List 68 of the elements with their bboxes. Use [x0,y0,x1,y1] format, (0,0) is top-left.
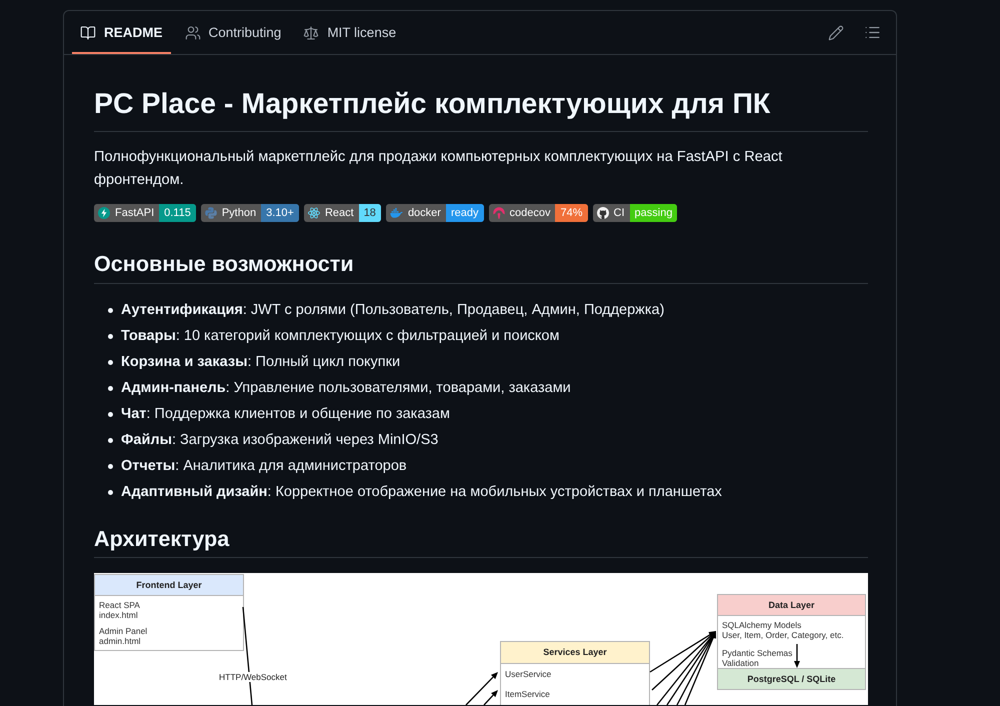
feature-text: Корзина и заказы: Полный цикл покупки [121,354,400,370]
status-badge[interactable]: React 18 [304,204,381,222]
badge-value: passing [630,204,678,222]
feature-text: Чат: Поддержка клиентов и общение по заказам [121,406,450,422]
feature-text: Отчеты: Аналитика для администраторов [121,458,407,474]
component-name: SQLAlchemy Models [722,620,802,630]
component-name: React SPA [99,600,140,610]
feature-text: Адаптивный дизайн: Корректное отображение на мобильных устройствах и планшетах [121,484,722,500]
description-text: Полнофункциональный маркетплейс для продажи компьютерных комплектующих на FastAPI с React фронтендом. [94,148,784,190]
component-detail: index.html [99,610,138,620]
database-title: PostgreSQL / SQLite [718,668,865,689]
arrow [794,644,800,668]
status-badge[interactable]: Python 3.10+ [200,204,299,222]
layer-title: Frontend Layer [95,575,243,596]
feature-text: Админ-панель: Управление пользователями, товарами, заказами [121,380,571,396]
feature-text: Аутентификация: JWT с ролями (Пользователь, Продавец, Админ, Поддержка) [121,302,664,318]
badge-value: 18 [358,204,381,222]
bullet-icon [108,308,113,312]
status-badge[interactable]: FastAPI 0.115 [94,204,196,222]
feature-text: Файлы: Загрузка изображений через MinIO/S3 [121,432,438,448]
component-detail: Validation [722,658,759,668]
badge-label: codecov [510,207,550,219]
badge-value: 74% [555,204,588,222]
bullet-icon [108,464,113,468]
book-icon [80,24,96,40]
component-detail: admin.html [99,636,141,646]
status-badge[interactable]: docker ready [386,204,484,222]
status-badge[interactable]: CI passing [592,204,678,222]
tab[interactable]: README [72,11,171,54]
badge-value: 0.115 [159,204,196,222]
readme-title: PC Place - Маркетплейс комплектующих для ПК [94,85,868,132]
layer-title: Services Layer [501,642,649,664]
whale-icon [390,208,403,218]
layer-title: Data Layer [718,595,865,616]
badge-label: React [324,207,354,219]
codecov-logo-icon [492,207,504,219]
component-name: Pydantic Schemas [722,648,792,658]
badge-label: docker [408,207,441,219]
bullet-icon [108,360,113,364]
status-badge[interactable]: codecov 74% [488,204,588,222]
badge-label: Python [222,207,256,219]
bullet-icon [108,386,113,390]
bullet-icon [108,334,113,338]
bullet-icon [108,438,113,442]
bullet-icon [108,412,113,416]
atom-icon [308,207,320,219]
component-name: UserService [505,669,552,679]
edit-icon[interactable] [828,24,844,40]
tab[interactable]: Contributing [176,11,290,54]
bullet-icon [108,490,113,494]
section-heading: Основные возможности [94,250,868,284]
badge-value: ready [446,204,484,222]
badge-label: FastAPI [115,207,154,219]
people-icon [184,24,201,40]
badge-value: 3.10+ [261,204,299,222]
component-name: Admin Panel [99,626,148,636]
connector-label: HTTP/WebSocket [219,672,287,682]
outline-list-icon[interactable] [864,24,881,41]
feature-text: Товары: 10 категорий комплектующих с фильтрацией и поиском [121,328,560,344]
tab[interactable]: MIT license [295,11,404,54]
python-logo-icon [204,207,217,219]
octocat-icon [596,207,609,219]
bolt-icon [98,207,110,219]
component-detail: User, Item, Order, Category, etc. [722,630,844,640]
scale-icon [303,24,320,40]
section-heading: Архитектура [94,525,868,558]
badge-label: CI [614,207,625,219]
component-name: ItemService [505,689,550,699]
